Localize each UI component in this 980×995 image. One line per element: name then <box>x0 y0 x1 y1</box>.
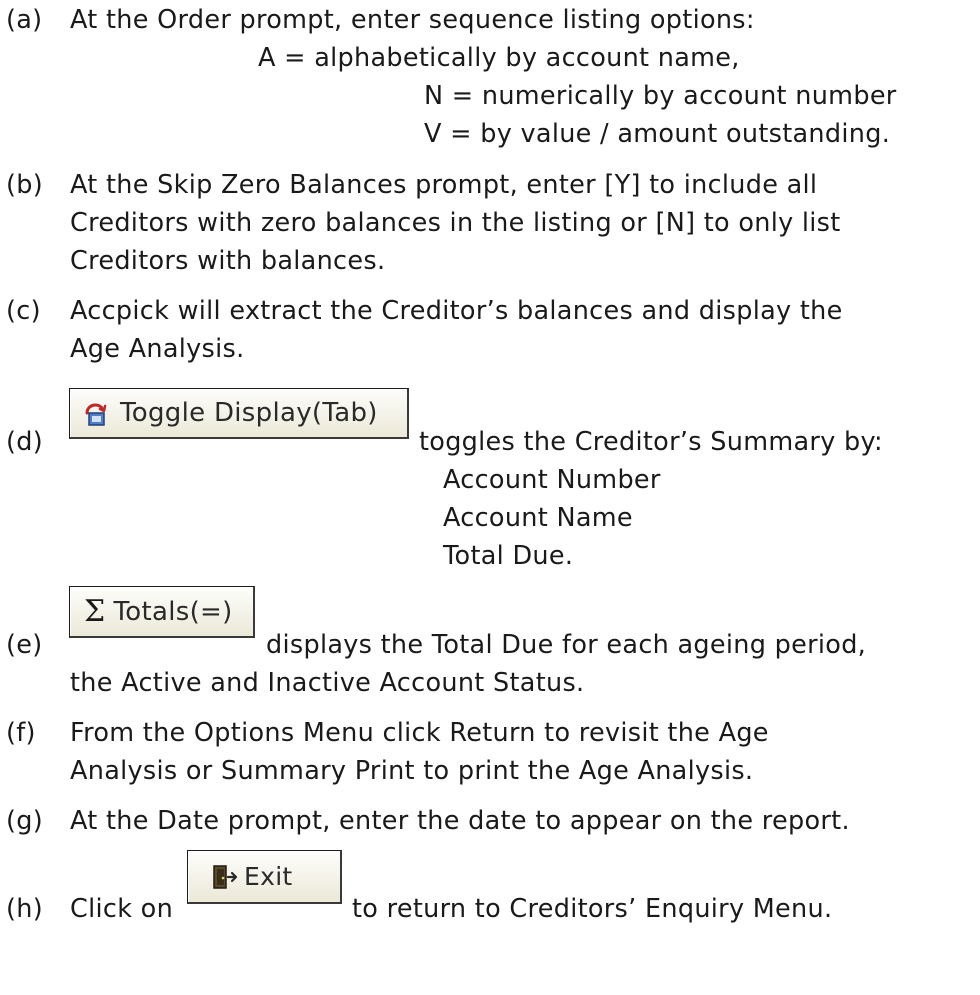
summary-option-2: Account Name <box>443 503 633 533</box>
item-b-label: (b) <box>6 170 43 200</box>
item-a-label: (a) <box>6 5 43 35</box>
summary-option-3: Total Due. <box>443 541 574 571</box>
exit-door-icon <box>210 863 238 891</box>
item-b-text-1: At the Skip Zero Balances prompt, enter … <box>70 170 818 200</box>
item-c-text-2: Age Analysis. <box>70 334 245 364</box>
item-b-text-2: Creditors with zero balances in the list… <box>70 208 841 238</box>
item-a-text: At the Order prompt, enter sequence list… <box>70 5 755 35</box>
item-b-text-3: Creditors with balances. <box>70 246 386 276</box>
toggle-display-icon <box>80 398 110 428</box>
item-g-label: (g) <box>6 806 43 836</box>
item-f-text-1: From the Options Menu click Return to re… <box>70 718 769 748</box>
item-f-label: (f) <box>6 718 36 748</box>
sigma-icon: Σ <box>84 593 106 629</box>
item-e-label: (e) <box>6 630 43 660</box>
item-e-text-1: displays the Total Due for each ageing p… <box>266 630 867 660</box>
item-d-label: (d) <box>6 427 43 457</box>
item-e-text-2: the Active and Inactive Account Status. <box>70 668 585 698</box>
exit-button[interactable]: Exit <box>187 850 342 904</box>
order-option-v: V = by value / amount outstanding. <box>424 119 891 149</box>
item-g-text: At the Date prompt, enter the date to ap… <box>70 806 850 836</box>
item-c-text-1: Accpick will extract the Creditor’s bala… <box>70 296 843 326</box>
order-option-n: N = numerically by account number <box>424 81 897 111</box>
totals-button-label: Totals(=) <box>113 596 233 627</box>
toggle-display-button-label: Toggle Display(Tab) <box>120 398 378 428</box>
item-h-label: (h) <box>6 894 43 924</box>
exit-button-label: Exit <box>244 862 293 891</box>
item-f-text-2: Analysis or Summary Print to print the A… <box>70 756 754 786</box>
totals-button[interactable]: Σ Totals(=) <box>69 586 255 638</box>
item-h-text-after: to return to Creditors’ Enquiry Menu. <box>352 894 833 924</box>
toggle-display-button[interactable]: Toggle Display(Tab) <box>69 388 409 439</box>
item-h-text-before: Click on <box>70 894 174 924</box>
item-d-text: toggles the Creditor’s Summary by: <box>419 427 883 457</box>
summary-option-1: Account Number <box>443 465 661 495</box>
order-option-a: A = alphabetically by account name, <box>258 43 740 73</box>
item-c-label: (c) <box>6 296 41 326</box>
